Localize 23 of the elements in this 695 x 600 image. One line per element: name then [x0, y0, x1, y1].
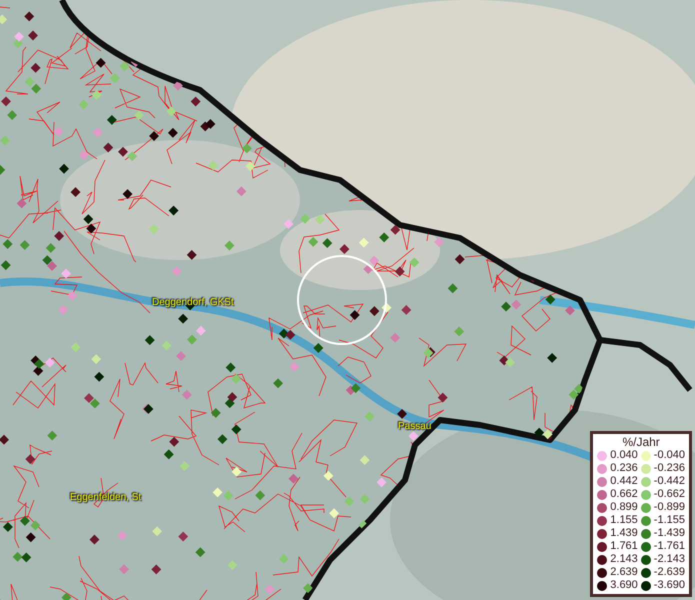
legend-value: 2.639	[610, 566, 638, 579]
legend-value: -2.639	[654, 566, 685, 579]
legend-value: -0.899	[654, 501, 685, 514]
legend-value: 3.690	[610, 579, 638, 592]
legend-value: 1.155	[610, 514, 638, 527]
legend-value: -0.662	[654, 488, 685, 501]
legend-value: -0.236	[654, 462, 685, 475]
legend-value: -3.690	[654, 579, 685, 592]
legend-value: 1.439	[610, 527, 638, 540]
legend-value: 1.761	[610, 540, 638, 553]
legend-value: 0.899	[610, 501, 638, 514]
legend-value: -2.143	[654, 553, 685, 566]
legend-value: 0.662	[610, 488, 638, 501]
legend-value: -1.761	[654, 540, 685, 553]
legend-value: 2.143	[610, 553, 638, 566]
legend-value: 0.040	[610, 449, 638, 462]
legend-title: %/Jahr	[621, 435, 661, 449]
legend-value: -0.040	[654, 449, 685, 462]
legend-value: 0.442	[610, 475, 638, 488]
legend-value: -1.155	[654, 514, 685, 527]
legend-value: -1.439	[654, 527, 685, 540]
legend-value: -0.442	[654, 475, 685, 488]
legend-value: 0.236	[610, 462, 638, 475]
